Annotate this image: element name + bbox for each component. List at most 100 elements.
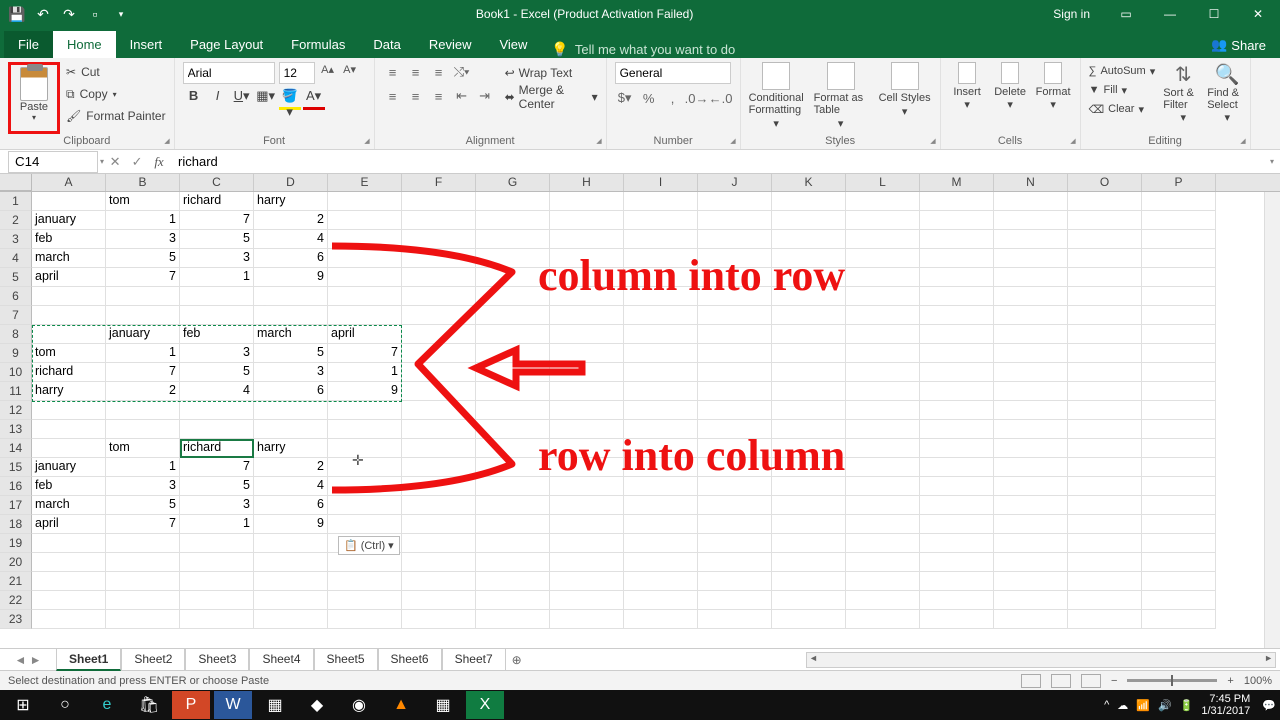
insert-cells-button[interactable]: Insert▾ — [949, 62, 986, 130]
cell-O20[interactable] — [1068, 553, 1142, 572]
cell-E23[interactable] — [328, 610, 402, 629]
cell-N11[interactable] — [994, 382, 1068, 401]
cell-F7[interactable] — [402, 306, 476, 325]
sheet-tab-sheet1[interactable]: Sheet1 — [56, 649, 121, 671]
cell-B9[interactable]: 1 — [106, 344, 180, 363]
cell-C20[interactable] — [180, 553, 254, 572]
cell-H21[interactable] — [550, 572, 624, 591]
powerpoint-icon[interactable]: P — [172, 691, 210, 719]
cell-L17[interactable] — [846, 496, 920, 515]
cell-E12[interactable] — [328, 401, 402, 420]
formula-input[interactable]: richard — [170, 152, 1270, 171]
cell-J19[interactable] — [698, 534, 772, 553]
cell-J11[interactable] — [698, 382, 772, 401]
cell-D13[interactable] — [254, 420, 328, 439]
font-name-combo[interactable] — [183, 62, 275, 84]
cell-M4[interactable] — [920, 249, 994, 268]
cell-M20[interactable] — [920, 553, 994, 572]
cell-L20[interactable] — [846, 553, 920, 572]
cell-C16[interactable]: 5 — [180, 477, 254, 496]
cell-A8[interactable] — [32, 325, 106, 344]
cell-K23[interactable] — [772, 610, 846, 629]
row-header-7[interactable]: 7 — [0, 306, 32, 325]
cell-P6[interactable] — [1142, 287, 1216, 306]
cell-C6[interactable] — [180, 287, 254, 306]
cell-O6[interactable] — [1068, 287, 1142, 306]
row-header-14[interactable]: 14 — [0, 439, 32, 458]
cell-E13[interactable] — [328, 420, 402, 439]
row-header-10[interactable]: 10 — [0, 363, 32, 382]
column-header-C[interactable]: C — [180, 174, 254, 191]
cell-A7[interactable] — [32, 306, 106, 325]
cell-M14[interactable] — [920, 439, 994, 458]
cell-M8[interactable] — [920, 325, 994, 344]
cell-M12[interactable] — [920, 401, 994, 420]
store-icon[interactable]: 🛍 — [130, 691, 168, 719]
minimize-icon[interactable]: — — [1148, 0, 1192, 28]
format-as-table-button[interactable]: Format as Table▾ — [814, 62, 868, 130]
cell-E16[interactable] — [328, 477, 402, 496]
cell-C7[interactable] — [180, 306, 254, 325]
cell-G7[interactable] — [476, 306, 550, 325]
cell-P5[interactable] — [1142, 268, 1216, 287]
app-icon[interactable]: ▦ — [256, 691, 294, 719]
cell-A20[interactable] — [32, 553, 106, 572]
cell-E15[interactable] — [328, 458, 402, 477]
column-header-L[interactable]: L — [846, 174, 920, 191]
cell-K12[interactable] — [772, 401, 846, 420]
normal-view-icon[interactable] — [1021, 674, 1041, 688]
cell-L12[interactable] — [846, 401, 920, 420]
chrome-icon[interactable]: ◉ — [340, 691, 378, 719]
cell-I18[interactable] — [624, 515, 698, 534]
cell-E17[interactable] — [328, 496, 402, 515]
sheet-tab-sheet5[interactable]: Sheet5 — [314, 649, 378, 671]
cell-F2[interactable] — [402, 211, 476, 230]
cell-M6[interactable] — [920, 287, 994, 306]
excel-taskbar-icon[interactable]: X — [466, 691, 504, 719]
cell-E1[interactable] — [328, 192, 402, 211]
cell-K1[interactable] — [772, 192, 846, 211]
decrease-decimal-icon[interactable]: ←.0 — [711, 88, 731, 108]
cell-O8[interactable] — [1068, 325, 1142, 344]
cell-N19[interactable] — [994, 534, 1068, 553]
cell-M1[interactable] — [920, 192, 994, 211]
cell-J18[interactable] — [698, 515, 772, 534]
cell-B3[interactable]: 3 — [106, 230, 180, 249]
cell-G11[interactable] — [476, 382, 550, 401]
cell-D17[interactable]: 6 — [254, 496, 328, 515]
cell-A15[interactable]: january — [32, 458, 106, 477]
align-top-icon[interactable]: ≡ — [383, 62, 403, 82]
cell-B18[interactable]: 7 — [106, 515, 180, 534]
cell-F15[interactable] — [402, 458, 476, 477]
cell-M10[interactable] — [920, 363, 994, 382]
cell-F14[interactable] — [402, 439, 476, 458]
cell-D7[interactable] — [254, 306, 328, 325]
start-button[interactable]: ⊞ — [4, 691, 42, 719]
cell-L1[interactable] — [846, 192, 920, 211]
cell-F5[interactable] — [402, 268, 476, 287]
column-header-J[interactable]: J — [698, 174, 772, 191]
row-header-18[interactable]: 18 — [0, 515, 32, 534]
cell-C2[interactable]: 7 — [180, 211, 254, 230]
cell-B13[interactable] — [106, 420, 180, 439]
cell-styles-button[interactable]: Cell Styles▾ — [878, 62, 932, 130]
cell-D22[interactable] — [254, 591, 328, 610]
cell-P11[interactable] — [1142, 382, 1216, 401]
bold-button[interactable]: B — [183, 88, 205, 110]
cell-A5[interactable]: april — [32, 268, 106, 287]
cell-C9[interactable]: 3 — [180, 344, 254, 363]
column-header-A[interactable]: A — [32, 174, 106, 191]
increase-decimal-icon[interactable]: .0→ — [687, 88, 707, 108]
cell-H9[interactable] — [550, 344, 624, 363]
cell-C5[interactable]: 1 — [180, 268, 254, 287]
cell-N10[interactable] — [994, 363, 1068, 382]
cell-P8[interactable] — [1142, 325, 1216, 344]
cell-H10[interactable] — [550, 363, 624, 382]
align-middle-icon[interactable]: ≡ — [406, 62, 426, 82]
cell-C21[interactable] — [180, 572, 254, 591]
cell-K11[interactable] — [772, 382, 846, 401]
cell-E9[interactable]: 7 — [328, 344, 402, 363]
cell-P15[interactable] — [1142, 458, 1216, 477]
cell-P7[interactable] — [1142, 306, 1216, 325]
row-header-2[interactable]: 2 — [0, 211, 32, 230]
